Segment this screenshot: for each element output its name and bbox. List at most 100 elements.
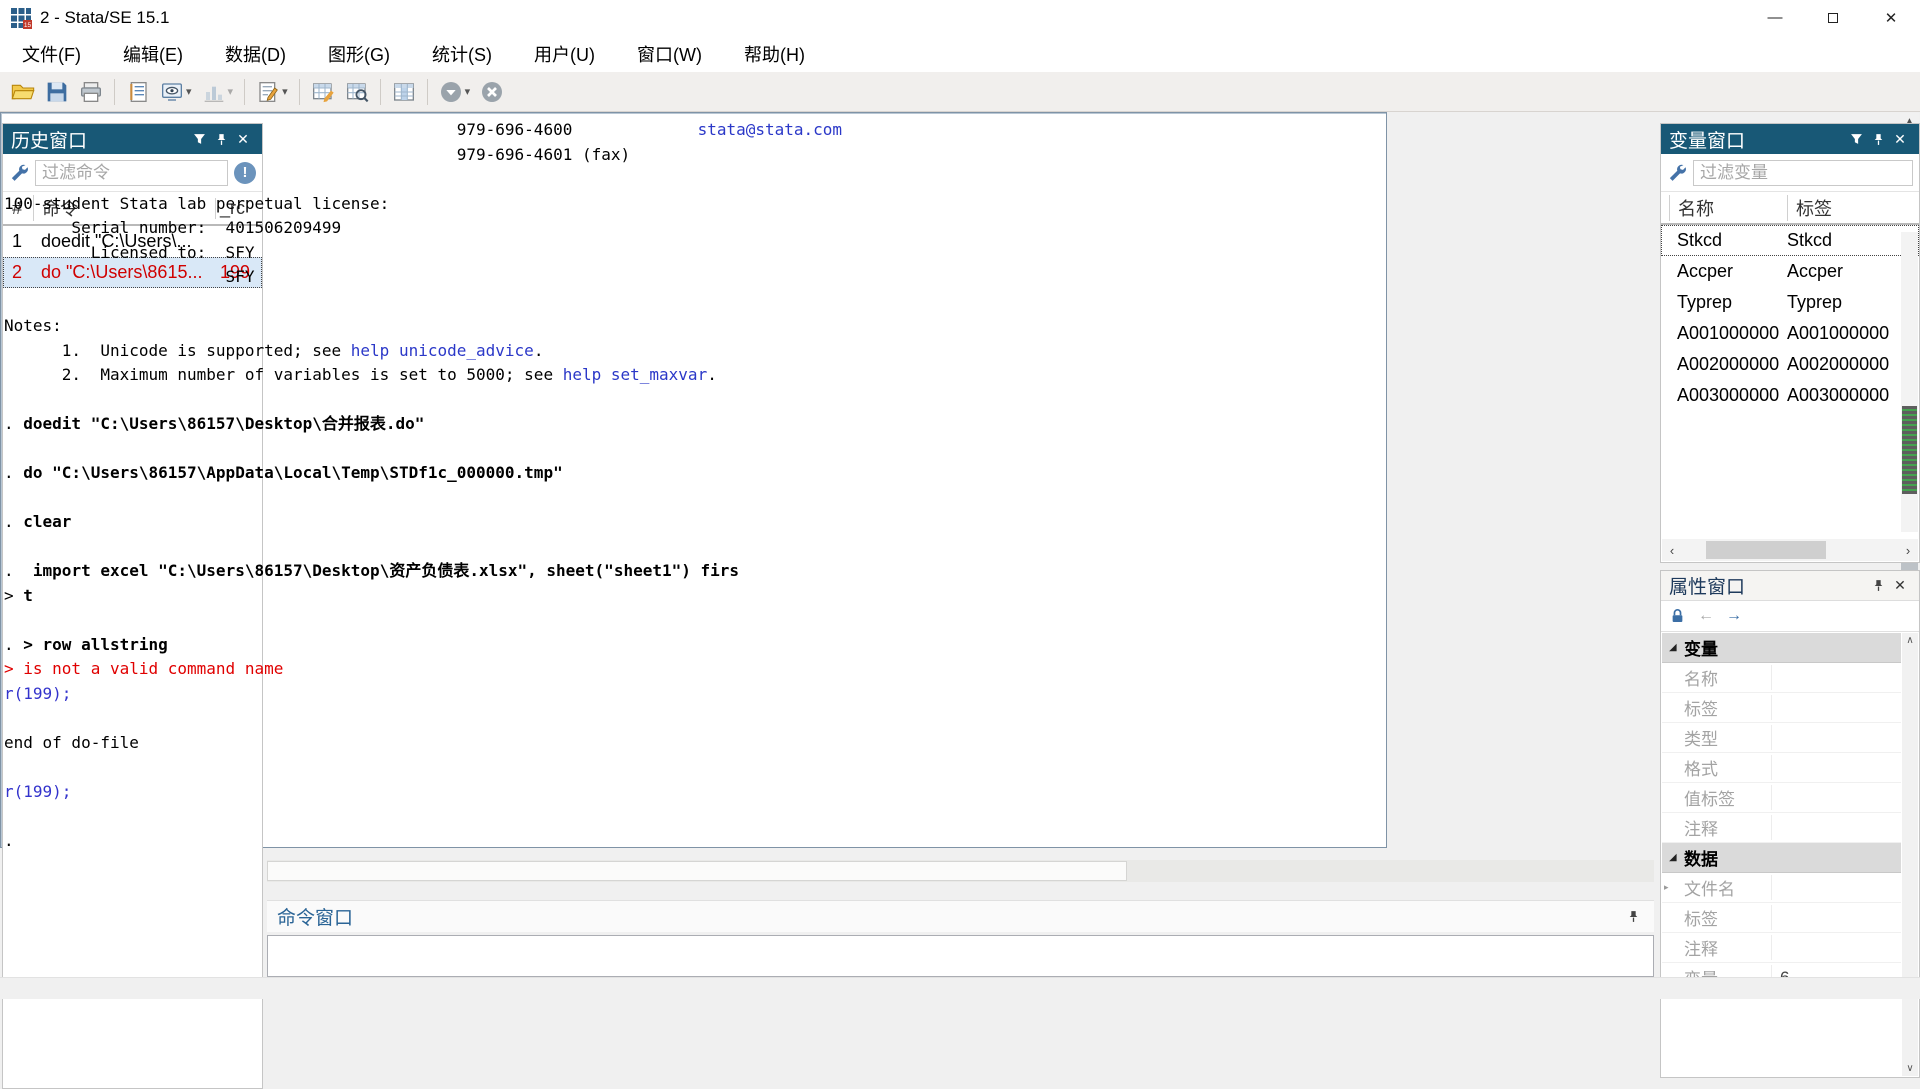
pin-icon[interactable] — [1867, 133, 1889, 146]
results-window[interactable]: 979-696-4600 stata@stata.com 979-696-460… — [0, 112, 1919, 976]
property-row[interactable]: 注释 — [1662, 933, 1901, 963]
dropdown-caret-icon[interactable]: ▾ — [282, 85, 288, 98]
results-horizontal-scrollbar[interactable] — [267, 860, 1654, 882]
variables-col-name[interactable]: 名称 — [1669, 194, 1787, 221]
menu-item-3[interactable]: 图形(G) — [314, 35, 404, 73]
previous-variable-icon[interactable]: ← — [1698, 607, 1714, 625]
variables-vertical-scrollbar[interactable] — [1901, 232, 1918, 532]
variables-panel: 变量窗口 ✕ 名称 标签 Stkcd Stkcd Accper Accper Typre… — [1660, 123, 1920, 563]
results-text-segment: > is not a valid command name — [4, 659, 284, 678]
scrollbar-thumb[interactable] — [1706, 541, 1826, 559]
property-row[interactable]: 注释 — [1662, 813, 1901, 843]
maximize-button[interactable] — [1804, 0, 1862, 35]
window-title: 2 - Stata/SE 15.1 — [40, 7, 170, 27]
properties-section-header[interactable]: ◢ 变量 — [1662, 633, 1901, 663]
open-file-icon[interactable] — [7, 77, 39, 107]
svg-text:15: 15 — [24, 22, 32, 29]
results-line: 979-696-4600 stata@stata.com — [4, 118, 1898, 143]
do-file-editor-icon[interactable]: ▾ — [252, 77, 292, 107]
menu-item-1[interactable]: 编辑(E) — [109, 35, 197, 73]
pin-icon[interactable] — [1622, 910, 1644, 923]
wrench-icon[interactable] — [1667, 163, 1687, 183]
scroll-right-icon[interactable]: › — [1898, 543, 1918, 558]
results-line — [4, 804, 1898, 829]
results-text-segment: t — [23, 585, 33, 605]
viewer-icon[interactable]: ▾ — [156, 77, 196, 107]
property-row[interactable]: 类型 — [1662, 723, 1901, 753]
variable-label: A003000000 — [1787, 385, 1890, 405]
close-panel-icon[interactable]: ✕ — [1889, 577, 1911, 594]
menu-item-5[interactable]: 用户(U) — [520, 35, 609, 73]
results-link[interactable]: help set_maxvar — [563, 365, 708, 384]
next-variable-icon[interactable]: → — [1726, 607, 1742, 625]
property-row[interactable]: 标签 — [1662, 903, 1901, 933]
menu-item-2[interactable]: 数据(D) — [211, 35, 300, 73]
variable-row[interactable]: Accper Accper — [1661, 256, 1919, 287]
results-text-segment: 1. Unicode is supported; see — [4, 340, 351, 360]
results-line: . import excel "C:\Users\86157\Desktop\资… — [4, 559, 1898, 584]
properties-panel-title: 属性窗口 — [1669, 577, 1746, 598]
variable-label: Accper — [1787, 261, 1844, 281]
results-link[interactable]: help unicode_advice — [351, 341, 534, 360]
data-browser-icon[interactable] — [341, 77, 373, 107]
results-link[interactable]: stata@stata.com — [698, 120, 843, 139]
scroll-left-icon[interactable]: ‹ — [1662, 543, 1682, 558]
properties-vertical-scrollbar[interactable]: ∧ ∨ — [1902, 633, 1918, 1076]
toolbar: ▾ ▾ ▾ ▾ — [0, 72, 1920, 112]
results-line: > is not a valid command name — [4, 657, 1898, 682]
results-text-segment: . — [4, 561, 33, 580]
variable-row[interactable]: A001000000 A001000000 — [1661, 318, 1919, 349]
close-panel-icon[interactable]: ✕ — [1889, 131, 1911, 148]
menu-item-6[interactable]: 窗口(W) — [623, 35, 716, 73]
results-line — [4, 167, 1898, 192]
variable-row[interactable]: A003000000 A003000000 — [1661, 380, 1919, 411]
status-bar — [0, 977, 1920, 999]
menu-item-4[interactable]: 统计(S) — [418, 35, 506, 73]
property-row[interactable]: 名称 — [1662, 663, 1901, 693]
minimize-button[interactable]: — — [1746, 0, 1804, 35]
results-line: r(199); — [4, 780, 1898, 805]
results-line — [4, 290, 1898, 315]
menu-item-7[interactable]: 帮助(H) — [730, 35, 819, 73]
lock-icon[interactable] — [1669, 608, 1686, 625]
filter-funnel-icon[interactable] — [1845, 133, 1867, 146]
close-button[interactable]: ✕ — [1862, 0, 1920, 35]
variables-filter-row — [1661, 154, 1919, 192]
pin-icon[interactable] — [1867, 579, 1889, 592]
expander-icon[interactable]: ▸ — [1664, 882, 1669, 893]
variable-row[interactable]: A002000000 A002000000 — [1661, 349, 1919, 380]
scroll-down-icon[interactable]: ∨ — [1906, 1063, 1913, 1074]
property-row[interactable]: 值标签 — [1662, 783, 1901, 813]
log-icon[interactable] — [122, 77, 154, 107]
variables-horizontal-scrollbar[interactable]: ‹ › — [1662, 539, 1918, 561]
dropdown-caret-icon[interactable]: ▾ — [465, 85, 471, 98]
menu-item-0[interactable]: 文件(F) — [8, 35, 95, 73]
results-text-segment: . — [533, 340, 544, 360]
properties-section-header[interactable]: ◢ 数据 — [1662, 843, 1901, 873]
print-icon[interactable] — [75, 77, 107, 107]
scrollbar-thumb[interactable] — [267, 861, 1127, 881]
results-line — [4, 535, 1898, 560]
results-line: . — [4, 829, 1898, 854]
scrollbar-thumb[interactable] — [1902, 406, 1917, 494]
save-icon[interactable] — [41, 77, 73, 107]
property-row[interactable]: 格式 — [1662, 753, 1901, 783]
break-icon[interactable] — [476, 77, 508, 107]
variable-row[interactable]: Typrep Typrep — [1661, 287, 1919, 318]
property-row[interactable]: ▸ 文件名 — [1662, 873, 1901, 903]
variables-filter-input[interactable] — [1693, 159, 1913, 186]
variable-row[interactable]: Stkcd Stkcd — [1661, 225, 1919, 256]
results-line — [4, 608, 1898, 633]
property-row[interactable]: 标签 — [1662, 693, 1901, 723]
variables-panel-header: 变量窗口 ✕ — [1661, 124, 1919, 154]
variables-col-label[interactable]: 标签 — [1787, 194, 1919, 221]
variables-manager-icon[interactable] — [388, 77, 420, 107]
dropdown-caret-icon[interactable]: ▾ — [186, 85, 192, 98]
command-input[interactable] — [267, 935, 1654, 977]
scroll-up-icon[interactable]: ∧ — [1906, 635, 1913, 646]
variable-name: A002000000 — [1677, 354, 1779, 374]
results-text-segment: > row allstring — [23, 634, 168, 654]
variable-label: Stkcd — [1787, 230, 1833, 250]
data-editor-icon[interactable] — [307, 77, 339, 107]
more-icon[interactable]: ▾ — [435, 77, 475, 107]
